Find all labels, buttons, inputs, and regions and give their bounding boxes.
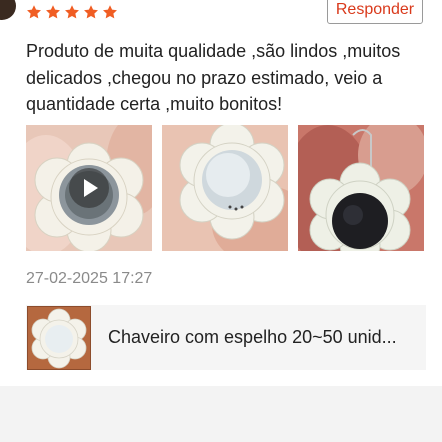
- avatar[interactable]: [0, 0, 16, 20]
- rating-stars: [26, 4, 118, 20]
- review-media: [26, 125, 424, 251]
- star-icon: [103, 5, 117, 19]
- star-icon: [46, 5, 60, 19]
- product-thumbnail: [27, 305, 91, 370]
- review-photo[interactable]: [162, 125, 288, 251]
- star-icon: [84, 5, 98, 19]
- star-icon: [65, 5, 79, 19]
- review-card: Responder Produto de muita qualidade ,sã…: [0, 0, 442, 386]
- review-video-thumbnail[interactable]: [26, 125, 152, 251]
- review-text: Produto de muita qualidade ,são lindos ,…: [26, 41, 401, 114]
- product-link[interactable]: Chaveiro com espelho 20~50 unid...: [26, 305, 426, 370]
- reply-button[interactable]: Responder: [327, 0, 423, 24]
- play-icon[interactable]: [69, 168, 109, 208]
- review-photo[interactable]: [298, 125, 424, 251]
- product-title: Chaveiro com espelho 20~50 unid...: [108, 327, 397, 347]
- star-icon: [27, 5, 41, 19]
- review-date: 27-02-2025 17:27: [26, 270, 153, 287]
